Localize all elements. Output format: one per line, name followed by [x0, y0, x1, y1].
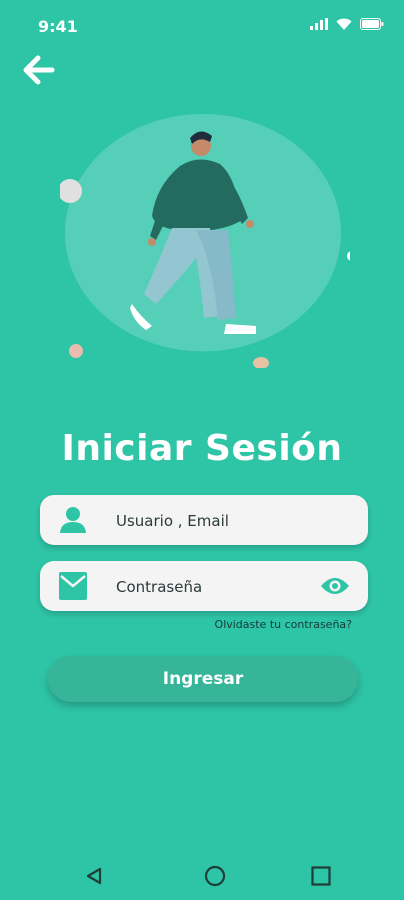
username-input[interactable]	[114, 495, 308, 547]
signal-icon	[310, 18, 328, 30]
password-field-container	[40, 561, 368, 613]
recents-square-icon[interactable]	[309, 864, 333, 888]
decor-dot	[69, 344, 83, 358]
walking-person-illustration	[60, 108, 350, 368]
page-title: Iniciar Sesión	[61, 428, 343, 469]
username-field-container	[40, 495, 368, 547]
back-button[interactable]	[22, 55, 56, 85]
status-time: 9:41	[38, 17, 78, 36]
battery-icon	[360, 18, 384, 30]
arrow-left-icon	[23, 55, 55, 85]
mail-icon	[59, 572, 87, 600]
login-button[interactable]: Ingresar	[48, 656, 358, 702]
back-triangle-icon[interactable]	[82, 864, 106, 888]
password-input[interactable]	[114, 561, 308, 613]
system-navigation-bar	[0, 850, 404, 900]
status-icons	[310, 18, 384, 30]
wifi-icon	[336, 18, 352, 30]
decor-dot	[253, 357, 269, 368]
status-bar: 9:41	[0, 0, 404, 52]
decor-dot	[347, 251, 350, 261]
user-icon	[60, 507, 86, 533]
home-circle-icon[interactable]	[203, 864, 227, 888]
decor-dot	[349, 108, 350, 109]
forgot-password-link[interactable]: Olvidaste tu contraseña?	[215, 618, 352, 631]
eye-icon[interactable]	[320, 574, 350, 598]
